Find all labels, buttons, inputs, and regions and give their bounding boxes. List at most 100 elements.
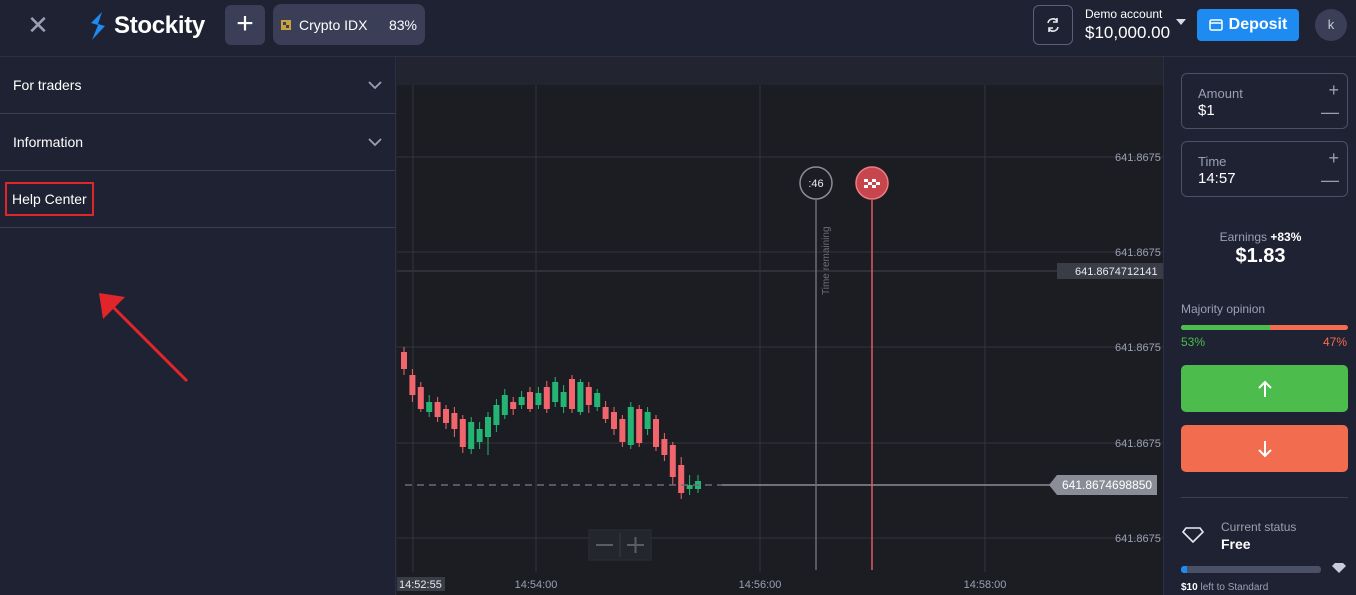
chevron-down-icon (368, 138, 382, 147)
candle-body (669, 445, 676, 477)
trade-panel: Amount $1 + — Time 14:57 + — Earnings +8… (1163, 57, 1356, 595)
price-tick: 641.8675 (1115, 152, 1161, 164)
candle-body (661, 439, 668, 455)
status-progress (1181, 566, 1321, 573)
earnings-label-text: Earnings (1219, 230, 1267, 244)
candle-body (560, 392, 567, 407)
time-field[interactable]: Time 14:57 + — (1181, 141, 1348, 197)
down-button[interactable] (1181, 425, 1348, 472)
time-tick: 14:58:00 (964, 579, 1007, 591)
amount-minus-icon[interactable]: — (1321, 102, 1339, 123)
amount-plus-icon[interactable]: + (1328, 80, 1339, 101)
arrow-up-icon (1257, 380, 1272, 397)
candle-body (409, 375, 416, 395)
candle-body (543, 387, 550, 409)
candle-body (602, 407, 609, 419)
majority-down-pct: 47% (1322, 335, 1347, 349)
logo[interactable]: Stockity (88, 10, 205, 42)
candle-body (552, 382, 559, 402)
line-price-label: 641.8674712141 (1075, 266, 1158, 278)
current-price-label: 641.8674698850 (1062, 478, 1152, 492)
time-tick: 14:54:00 (515, 579, 558, 591)
price-chart[interactable]: 641.8675 641.8675 641.8675 641.8675 641.… (397, 57, 1163, 595)
add-asset-button[interactable]: + (225, 5, 265, 45)
candle-body (636, 409, 643, 443)
candle-body (417, 387, 424, 409)
earnings-value: $1.83 (1235, 245, 1286, 267)
up-button[interactable] (1181, 365, 1348, 412)
price-tick: 641.8675 (1115, 247, 1161, 259)
earnings-label: Earnings +83% (1164, 230, 1356, 244)
account-selector[interactable]: Demo account $10,000.00 (1085, 7, 1170, 43)
diamond-icon (1182, 527, 1204, 543)
majority-bar (1181, 325, 1348, 330)
chart-top-strip (397, 57, 1163, 85)
candle-body (611, 412, 617, 429)
candle-body (501, 395, 508, 415)
amount-field[interactable]: Amount $1 + — (1181, 73, 1348, 129)
candle-body (401, 352, 407, 369)
close-icon[interactable]: ✕ (26, 12, 50, 38)
logo-icon (91, 12, 105, 40)
candle-body (518, 397, 525, 405)
candle-body (627, 407, 634, 445)
menu-item-for-traders[interactable]: For traders (0, 57, 395, 114)
candle-body (678, 465, 685, 493)
candle-body (569, 379, 575, 409)
time-label: Time (1198, 154, 1227, 169)
candle-body (644, 412, 651, 429)
candle-body (594, 393, 601, 407)
candle-body (510, 402, 517, 409)
candles (401, 347, 701, 499)
time-minus-icon[interactable]: — (1321, 170, 1339, 191)
refresh-icon (1047, 18, 1059, 32)
candle-body (459, 419, 466, 447)
candle-body (619, 419, 626, 442)
side-menu: For traders Information Help Center (0, 57, 396, 595)
candle-body (476, 429, 483, 442)
time-tick: 14:56:00 (739, 579, 782, 591)
account-label: Demo account (1085, 7, 1163, 21)
amount-label: Amount (1198, 86, 1243, 101)
chevron-down-icon[interactable] (1176, 19, 1186, 25)
candle-body (434, 402, 441, 417)
price-tick: 641.8675 (1115, 533, 1161, 545)
avatar[interactable]: k (1315, 9, 1347, 41)
candle-body (493, 405, 500, 425)
majority-up-fill (1181, 325, 1270, 330)
price-tick: 641.8675 (1115, 438, 1161, 450)
wallet-icon (1208, 19, 1223, 31)
candle-body (585, 387, 592, 405)
menu-item-label: Help Center (5, 182, 94, 216)
gem-icon (1332, 563, 1346, 573)
divider (1181, 497, 1348, 498)
status-note-amount: $10 (1181, 582, 1198, 593)
candle-body (535, 393, 542, 405)
asset-tab[interactable]: Crypto IDX 83% (273, 4, 425, 45)
crypto-idx-icon (281, 19, 291, 30)
switch-account-button[interactable] (1033, 5, 1073, 45)
candle-body (653, 419, 659, 447)
asset-payout: 83% (388, 16, 417, 33)
candle-body (426, 402, 433, 412)
status-note: $10 left to Standard (1181, 582, 1268, 593)
time-plus-icon[interactable]: + (1328, 148, 1339, 169)
candle-body (468, 422, 475, 449)
deposit-button[interactable]: Deposit (1197, 9, 1299, 41)
menu-item-help-center[interactable]: Help Center (0, 171, 395, 228)
candle-body (443, 409, 449, 423)
menu-item-information[interactable]: Information (0, 114, 395, 171)
chevron-down-icon (368, 81, 382, 90)
chart-canvas[interactable]: 641.8675 641.8675 641.8675 641.8675 641.… (397, 57, 1163, 595)
menu-item-label: For traders (13, 77, 82, 93)
deposit-label: Deposit (1228, 16, 1288, 33)
account-balance: $10,000.00 (1085, 23, 1171, 42)
amount-value[interactable]: $1 (1198, 102, 1215, 119)
time-remaining-label: Time remaining (821, 226, 832, 295)
time-value[interactable]: 14:57 (1198, 170, 1236, 187)
logo-text: Stockity (114, 12, 205, 39)
status-value: Free (1221, 536, 1251, 552)
status-progress-fill (1181, 566, 1187, 573)
arrow-down-icon (1257, 440, 1272, 457)
status-label: Current status (1221, 520, 1297, 534)
